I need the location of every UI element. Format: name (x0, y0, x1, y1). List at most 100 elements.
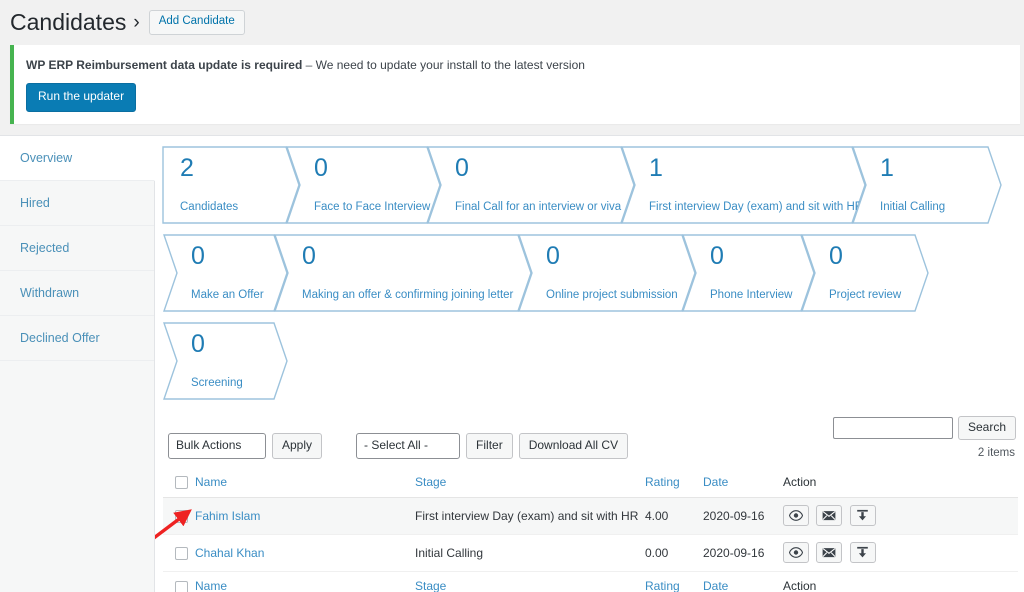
candidate-name-link[interactable]: Chahal Khan (195, 546, 264, 560)
column-header-rating[interactable]: Rating (645, 467, 703, 499)
download-glyph-icon (857, 510, 868, 521)
funnel-label: Initial Calling (880, 200, 946, 213)
funnel-stage-initial-calling[interactable]: 1 Initial Calling (852, 145, 1002, 224)
funnel-stage-making-an-offer[interactable]: 0 Making an offer & confirming joining l… (274, 233, 532, 312)
eye-glyph-icon (789, 510, 803, 522)
search-input[interactable] (832, 416, 953, 439)
sidebar-item-declined-offer[interactable]: Declined Offer (0, 315, 154, 361)
funnel-label: Face to Face Interview (314, 200, 431, 213)
download-all-cv-button[interactable]: Download All CV (518, 433, 629, 459)
funnel-stage-project-review[interactable]: 0 Project review (801, 233, 929, 312)
cell-date: 2020-09-16 (703, 497, 783, 536)
funnel-stage-face-to-face-interview[interactable]: 0 Face to Face Interview (286, 145, 441, 224)
download-cv-icon[interactable] (849, 542, 876, 564)
bulk-actions-select[interactable]: Bulk Actions (168, 433, 266, 459)
email-icon[interactable] (816, 505, 843, 527)
sidebar-item-label: Hired (20, 195, 50, 210)
funnel-label: Screening (191, 376, 243, 389)
apply-button-top[interactable]: Apply (272, 433, 323, 459)
table-foot: Name Stage Rating Date Action (163, 571, 1018, 592)
table-row: Fahim Islam First interview Day (exam) a… (163, 497, 1018, 536)
view-icon[interactable] (783, 505, 809, 527)
select-all-footer (163, 571, 195, 592)
funnel-count: 0 (710, 241, 724, 270)
sidebar-item-label: Withdrawn (20, 285, 80, 300)
cell-stage: Initial Calling (415, 534, 645, 573)
cell-name: Fahim Islam (195, 497, 415, 536)
notice-message: We need to update your install to the la… (315, 58, 585, 72)
funnel-count: 1 (880, 153, 894, 182)
notice-separator: – (302, 58, 316, 72)
add-candidate-button[interactable]: Add Candidate (148, 10, 245, 35)
column-footer-date[interactable]: Date (703, 571, 783, 592)
bulk-actions-select-wrap[interactable]: Bulk Actions (168, 433, 266, 459)
funnel-stage-candidates[interactable]: 2 Candidates (162, 145, 300, 224)
select-all-checkbox-footer[interactable] (175, 580, 188, 592)
sidebar-item-label: Rejected (20, 240, 70, 255)
row-select-cell (163, 534, 195, 573)
table-header-row: Name Stage Rating Date Action (163, 467, 1018, 499)
funnel-stage-make-an-offer[interactable]: 0 Make an Offer (163, 233, 288, 312)
cell-rating: 4.00 (645, 497, 703, 536)
select-all-header (163, 467, 195, 499)
cell-date: 2020-09-16 (703, 534, 783, 573)
funnel-label: Make an Offer (191, 288, 264, 301)
funnel-stage-first-interview-day[interactable]: 1 First interview Day (exam) and sit wit… (621, 145, 866, 224)
cell-actions (783, 497, 1018, 536)
funnel-count: 0 (191, 329, 205, 358)
envelope-glyph-icon (822, 548, 836, 558)
column-header-date[interactable]: Date (703, 467, 783, 499)
download-cv-icon[interactable] (849, 505, 876, 527)
funnel-stage-phone-interview[interactable]: 0 Phone Interview (682, 233, 815, 312)
eye-glyph-icon (789, 547, 803, 559)
row-checkbox[interactable] (175, 509, 188, 523)
row-checkbox[interactable] (175, 546, 188, 560)
funnel-count: 0 (829, 241, 843, 270)
cell-actions (783, 534, 1018, 573)
funnel-stage-final-call[interactable]: 0 Final Call for an interview or viva (427, 145, 635, 224)
run-updater-button[interactable]: Run the updater (26, 83, 137, 112)
select-all-checkbox[interactable] (175, 476, 188, 490)
funnel-label: Project review (829, 288, 902, 301)
funnel-row: 2 Candidates 0 Face to Face Interview 0 … (155, 145, 1024, 234)
page-title: Candidates (10, 8, 127, 35)
download-glyph-icon (857, 547, 868, 558)
cell-rating: 0.00 (645, 534, 703, 573)
column-footer-name[interactable]: Name (195, 571, 415, 592)
email-icon[interactable] (816, 542, 843, 564)
column-header-name[interactable]: Name (195, 467, 415, 499)
content-area: Overview Hired Rejected Withdrawn Declin… (0, 134, 1024, 592)
funnel-count: 0 (546, 241, 560, 270)
sidebar-item-rejected[interactable]: Rejected (0, 225, 154, 271)
column-footer-stage[interactable]: Stage (415, 571, 645, 592)
funnel-label: Phone Interview (710, 288, 793, 301)
sidebar-item-label: Overview (20, 150, 73, 165)
table-head: Name Stage Rating Date Action (163, 467, 1018, 499)
stage-funnel: 2 Candidates 0 Face to Face Interview 0 … (155, 136, 1024, 410)
funnel-stage-screening[interactable]: 0 Screening (163, 321, 288, 400)
filter-button[interactable]: Filter (466, 433, 513, 459)
candidate-name-link[interactable]: Fahim Islam (195, 509, 260, 523)
table-body: Fahim Islam First interview Day (exam) a… (163, 497, 1018, 573)
column-footer-action: Action (783, 571, 1018, 592)
view-icon[interactable] (783, 542, 809, 564)
notice-title: WP ERP Reimbursement data update is requ… (26, 58, 303, 72)
cell-name: Chahal Khan (195, 534, 415, 573)
sidebar-item-withdrawn[interactable]: Withdrawn (0, 270, 154, 316)
sidebar-item-overview[interactable]: Overview (0, 135, 155, 181)
funnel-count: 0 (191, 241, 205, 270)
row-select-cell (163, 497, 195, 536)
sidebar-item-hired[interactable]: Hired (0, 180, 154, 226)
stage-filter-select-wrap[interactable]: - Select All - (356, 433, 461, 459)
stage-filter-select[interactable]: - Select All - (356, 433, 461, 459)
funnel-stage-online-project-submission[interactable]: 0 Online project submission (518, 233, 696, 312)
funnel-count: 2 (180, 153, 194, 182)
column-header-stage[interactable]: Stage (415, 467, 645, 499)
breadcrumb-chevron-icon: › (133, 11, 140, 33)
search-button[interactable]: Search (957, 415, 1016, 441)
funnel-label: Final Call for an interview or viva (455, 200, 622, 213)
table-footer-row: Name Stage Rating Date Action (163, 571, 1018, 592)
update-notice: WP ERP Reimbursement data update is requ… (10, 45, 1020, 124)
column-header-action: Action (783, 467, 1018, 499)
column-footer-rating[interactable]: Rating (645, 571, 703, 592)
